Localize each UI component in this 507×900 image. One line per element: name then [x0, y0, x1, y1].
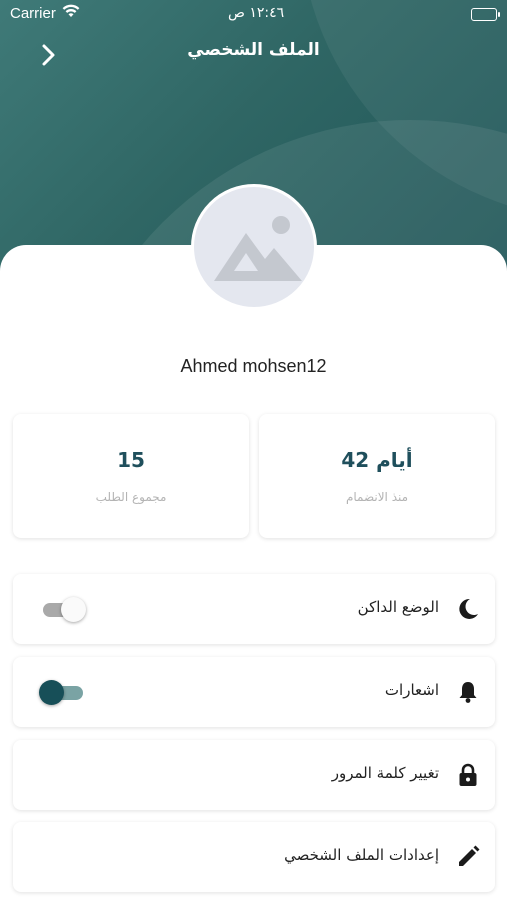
page-title: الملف الشخصي [187, 40, 320, 60]
battery-icon [471, 8, 500, 21]
stat-label: مجموع الطلب [95, 490, 167, 504]
menu-item-label: الوضع الداكن [357, 598, 439, 616]
pencil-icon [455, 844, 481, 870]
menu-item-profile-settings[interactable]: إعدادات الملف الشخصي [13, 822, 495, 892]
image-placeholder-icon [214, 216, 302, 281]
stat-since-joined: 42 أيام منذ الانضمام [259, 414, 495, 538]
stat-value: 42 أيام [341, 448, 413, 472]
menu-item-dark-mode[interactable]: الوضع الداكن [13, 574, 495, 644]
status-time: ١٢:٤٦ ص [228, 5, 285, 21]
lock-icon [455, 762, 481, 788]
dark-mode-toggle[interactable] [41, 597, 87, 622]
menu-item-change-password[interactable]: تغيير كلمة المرور [13, 740, 495, 810]
menu-item-label: اشعارات [384, 681, 439, 699]
stat-value: 15 [117, 448, 145, 472]
moon-icon [455, 596, 481, 622]
status-bar: Carrier ١٢:٤٦ ص [0, 0, 507, 30]
carrier-label: Carrier [10, 5, 56, 22]
menu-item-notifications[interactable]: اشعارات [13, 657, 495, 727]
stat-label: منذ الانضمام [345, 490, 409, 504]
avatar[interactable] [191, 184, 317, 310]
menu-item-label: إعدادات الملف الشخصي [284, 846, 439, 864]
wifi-icon [62, 4, 80, 22]
notifications-toggle[interactable] [39, 680, 87, 705]
bell-icon [455, 679, 481, 705]
profile-name: Ahmed mohsen12 [180, 356, 327, 376]
menu-item-label: تغيير كلمة المرور [331, 764, 439, 782]
stat-total-orders: 15 مجموع الطلب [13, 414, 249, 538]
